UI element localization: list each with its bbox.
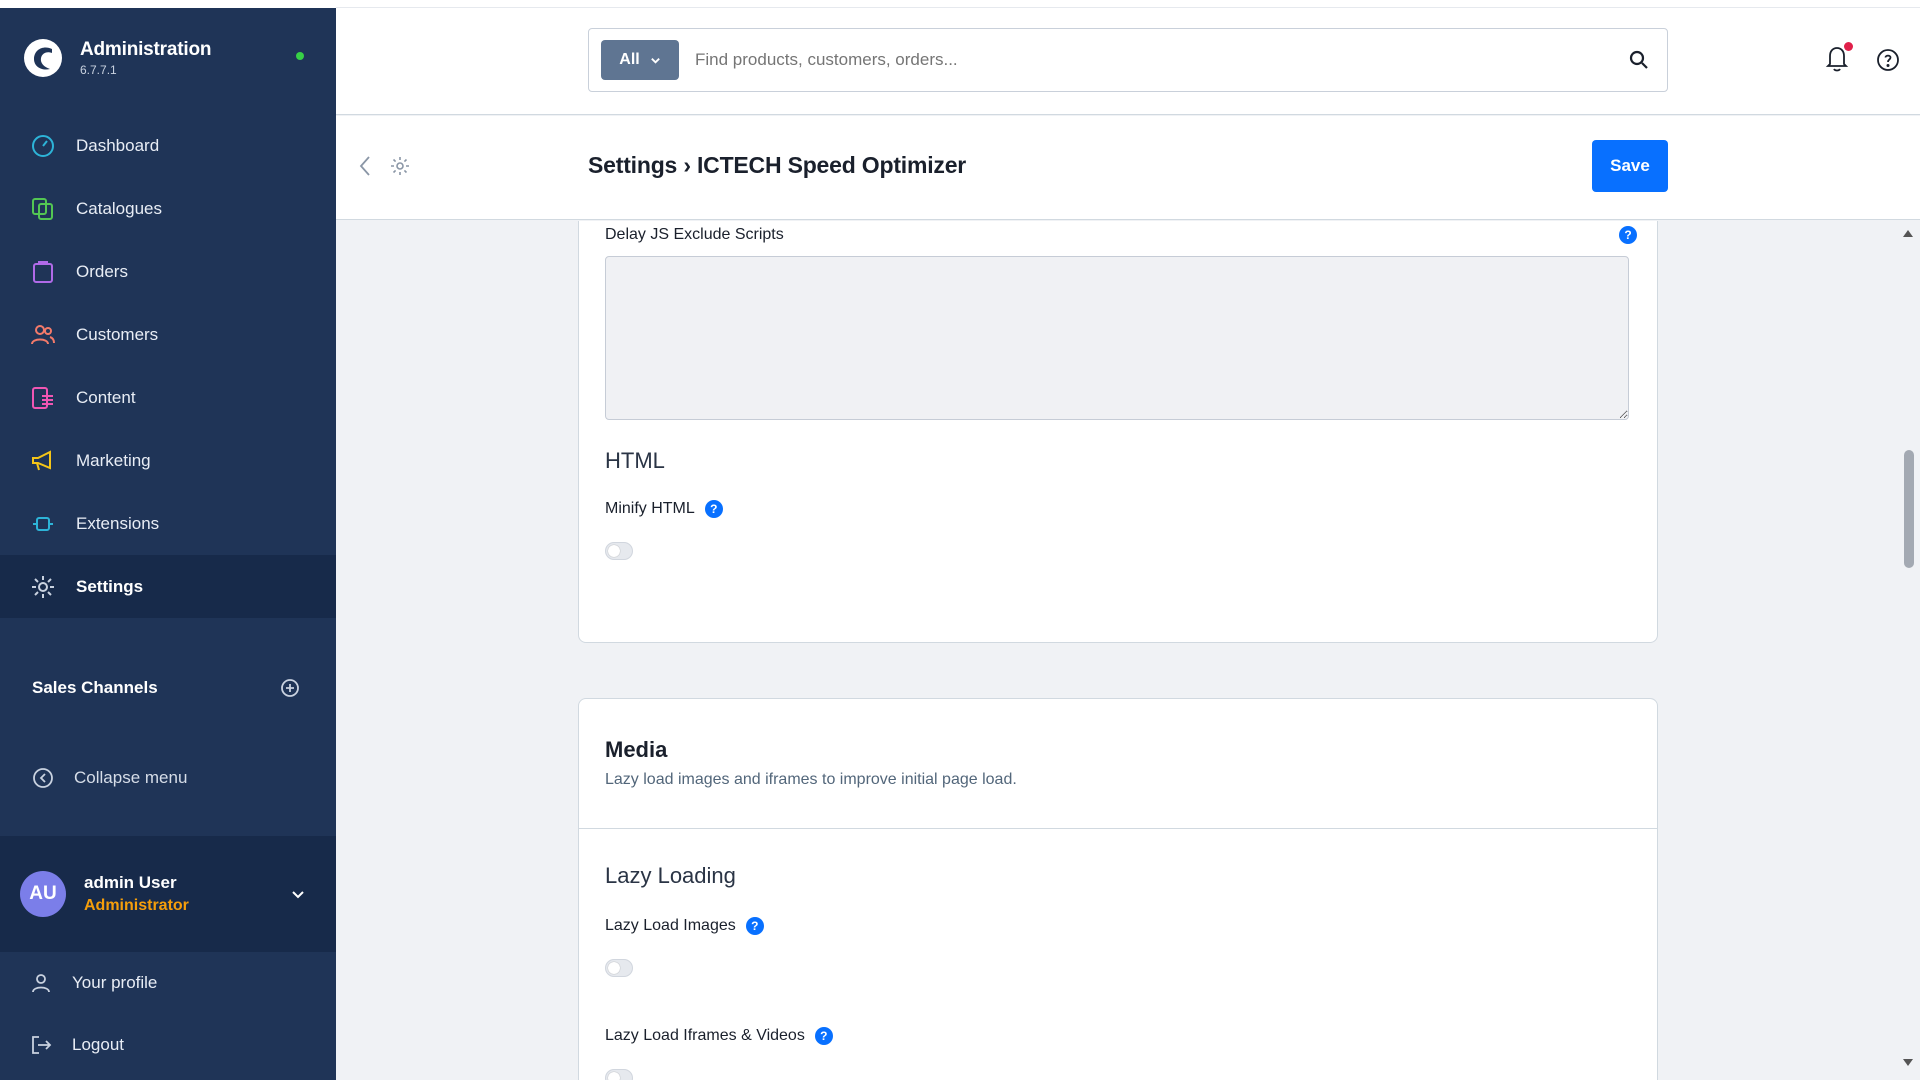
top-bar-strip (336, 0, 1920, 8)
sidebar-item-dashboard[interactable]: Dashboard (0, 114, 336, 177)
lazy-loading-heading: Lazy Loading (605, 863, 736, 888)
sidebar-item-label: Settings (76, 576, 144, 596)
your-profile-link[interactable]: Your profile (0, 952, 336, 1014)
gear-icon[interactable] (390, 156, 410, 176)
help-question-icon[interactable]: ? (1619, 226, 1637, 244)
settings-icon (32, 575, 54, 598)
shopware-logo-icon (24, 39, 62, 77)
logout-label: Logout (72, 1035, 124, 1054)
minify-html-toggle[interactable] (605, 542, 633, 560)
global-search: All (588, 28, 1668, 92)
media-card-header: Media Lazy load images and iframes to im… (579, 699, 1657, 829)
help-question-icon[interactable]: ? (814, 1027, 833, 1045)
smart-bar: Settings › ICTECH Speed Optimizer Save (336, 116, 1920, 220)
content-icon (32, 386, 53, 409)
media-card-title: Media (605, 737, 668, 762)
sidebar-item-label: Customers (76, 324, 159, 344)
page-title: Settings › ICTECH Speed Optimizer (588, 152, 967, 178)
html-section-heading: HTML (605, 448, 665, 473)
back-chevron-icon[interactable] (358, 154, 372, 178)
sidebar-item-extensions[interactable]: Extensions (0, 492, 336, 555)
lazy-iframes-toggle[interactable] (605, 1069, 633, 1080)
help-icon[interactable] (1876, 48, 1900, 72)
chevron-down-icon (650, 57, 660, 64)
sidebar-item-label: Orders (76, 261, 128, 281)
catalogue-icon (32, 197, 53, 220)
app-title: Administration (80, 39, 212, 60)
user-role: Administrator (84, 897, 189, 914)
sidebar-item-label: Extensions (76, 513, 160, 533)
search-type-select[interactable]: All (601, 40, 679, 80)
settings-card-media: Media Lazy load images and iframes to im… (578, 698, 1658, 1080)
brand[interactable]: Administration 6.7.7.1 (0, 8, 336, 108)
notifications-button[interactable] (1824, 42, 1853, 77)
sidebar: Administration 6.7.7.1 Dashboard Catalog… (0, 0, 336, 1080)
sidebar-top-strip (0, 0, 336, 8)
sidebar-item-content[interactable]: Content (0, 366, 336, 429)
logout-icon (32, 1036, 52, 1054)
notification-badge (1844, 42, 1853, 51)
lazy-images-label: Lazy Load Images ? (605, 917, 764, 935)
sidebar-item-orders[interactable]: Orders (0, 240, 336, 303)
add-sales-channel-icon[interactable] (280, 678, 300, 698)
search-icon[interactable] (1629, 50, 1649, 70)
save-button[interactable]: Save (1592, 140, 1668, 192)
avatar: AU (20, 871, 66, 917)
sidebar-item-label: Marketing (76, 450, 151, 470)
lazy-iframes-label: Lazy Load Iframes & Videos ? (605, 1027, 833, 1045)
top-bar: All (336, 0, 1920, 115)
lazy-iframes-text: Lazy Load Iframes & Videos (605, 1027, 805, 1044)
customers-icon (31, 324, 55, 344)
sales-channels-header: Sales Channels (0, 658, 336, 718)
scrollbar-thumb[interactable] (1904, 450, 1914, 568)
settings-card-js-html: Delay JS Exclude Scripts ? HTML Minify H… (578, 221, 1658, 643)
help-question-icon[interactable]: ? (745, 917, 764, 935)
help-question-icon[interactable]: ? (704, 500, 723, 518)
scroll-down-arrow-icon[interactable] (1902, 1058, 1914, 1068)
delay-js-exclude-label: Delay JS Exclude Scripts (605, 226, 784, 244)
search-type-label: All (619, 51, 640, 68)
orders-icon (33, 260, 53, 283)
status-dot-icon (296, 52, 304, 60)
sidebar-item-label: Content (76, 387, 136, 407)
lazy-images-toggle[interactable] (605, 959, 633, 977)
minify-html-text: Minify HTML (605, 500, 695, 517)
sidebar-item-marketing[interactable]: Marketing (0, 429, 336, 492)
main-content: Delay JS Exclude Scripts ? HTML Minify H… (336, 221, 1920, 1080)
scroll-up-arrow-icon[interactable] (1902, 228, 1914, 238)
sidebar-item-settings[interactable]: Settings (0, 555, 336, 618)
marketing-icon (32, 449, 51, 470)
sidebar-item-label: Catalogues (76, 198, 163, 218)
sales-channels-label: Sales Channels (32, 678, 158, 697)
search-input[interactable] (695, 50, 1629, 70)
user-name: admin User (84, 873, 177, 892)
logout-link[interactable]: Logout (0, 1014, 336, 1076)
sidebar-item-customers[interactable]: Customers (0, 303, 336, 366)
collapse-menu-button[interactable]: Collapse menu (0, 748, 336, 808)
sidebar-bottom-menu: Your profile Logout (0, 952, 336, 1076)
main-nav: Dashboard Catalogues Orders Customers Co… (0, 114, 336, 618)
media-card-subtitle: Lazy load images and iframes to improve … (605, 771, 1017, 788)
chevron-down-icon[interactable] (290, 886, 306, 902)
collapse-icon (33, 768, 53, 788)
app-version: 6.7.7.1 (80, 63, 117, 77)
lazy-images-text: Lazy Load Images (605, 917, 736, 934)
user-panel[interactable]: AU admin User Administrator (0, 836, 336, 952)
delay-js-exclude-text: Delay JS Exclude Scripts (605, 226, 784, 243)
your-profile-label: Your profile (72, 973, 158, 992)
sidebar-item-catalogues[interactable]: Catalogues (0, 177, 336, 240)
delay-js-exclude-textarea[interactable] (605, 256, 1629, 420)
collapse-menu-label: Collapse menu (74, 768, 188, 787)
extensions-icon (33, 516, 53, 531)
dashboard-icon (32, 134, 54, 157)
sidebar-item-label: Dashboard (76, 135, 160, 155)
minify-html-label: Minify HTML ? (605, 500, 723, 518)
user-icon (32, 974, 50, 993)
